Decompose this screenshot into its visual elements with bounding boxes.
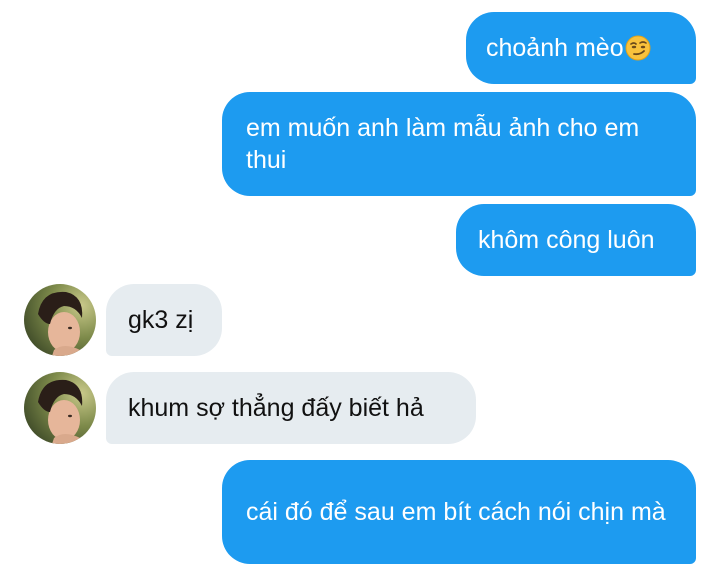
chat-conversation: choảnh mèo em muốn anh làm mẫu ảnh cho e… (0, 0, 720, 568)
message-text: em muốn anh làm mẫu ảnh cho em thui (246, 114, 640, 174)
contact-avatar[interactable] (24, 284, 96, 356)
contact-avatar[interactable] (24, 372, 96, 444)
message-bubble-sent[interactable]: choảnh mèo (466, 12, 696, 84)
message-bubble-sent[interactable]: khôm công luôn (456, 204, 696, 276)
message-text: cái đó để sau em bít cách nói chịn mà (246, 498, 666, 526)
message-text: khum sợ thẳng đấy biết hả (128, 394, 424, 422)
message-text: choảnh mèo (486, 34, 624, 62)
message-text: gk3 zị (128, 306, 194, 334)
message-bubble-received[interactable]: khum sợ thẳng đấy biết hả (106, 372, 476, 444)
message-bubble-sent[interactable]: em muốn anh làm mẫu ảnh cho em thui (222, 92, 696, 196)
message-bubble-sent[interactable]: cái đó để sau em bít cách nói chịn mà (222, 460, 696, 564)
smirking-face-emoji-icon (625, 35, 651, 61)
message-bubble-received[interactable]: gk3 zị (106, 284, 222, 356)
message-text: khôm công luôn (478, 226, 655, 254)
